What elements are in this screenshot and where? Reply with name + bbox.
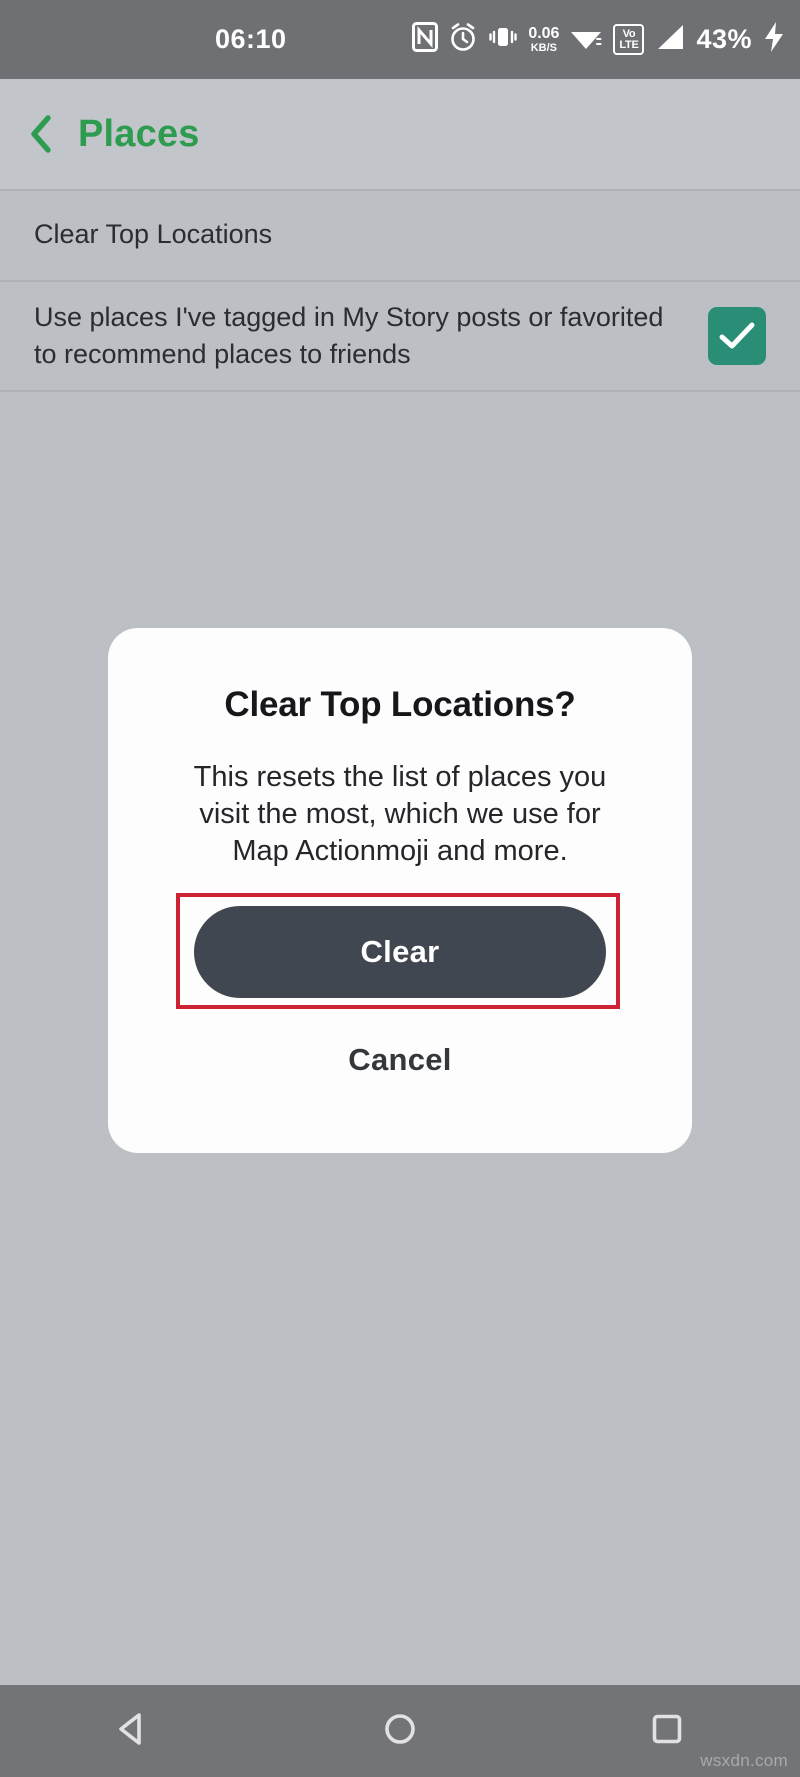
- nav-back-button[interactable]: [73, 1685, 193, 1777]
- app-header: Places: [0, 79, 800, 189]
- cellular-signal-icon: [654, 22, 686, 57]
- clear-button-container: Clear: [194, 906, 606, 999]
- wifi-icon: [569, 22, 603, 57]
- nfc-icon: [412, 22, 439, 57]
- cancel-button[interactable]: Cancel: [348, 1042, 451, 1078]
- back-triangle-icon: [114, 1710, 152, 1753]
- data-rate-icon: 0.06 KB/S: [528, 24, 560, 54]
- dialog-title: Clear Top Locations?: [224, 685, 576, 724]
- home-circle-icon: [381, 1710, 419, 1753]
- nav-home-button[interactable]: [340, 1685, 460, 1777]
- volte-icon: Vo LTE: [613, 24, 645, 55]
- volte-top-label: Vo: [622, 27, 636, 40]
- battery-percent-label: 43%: [696, 24, 752, 54]
- vibrate-icon: [488, 22, 518, 57]
- status-bar-icons: 0.06 KB/S Vo LTE 43%: [412, 0, 786, 79]
- volte-bottom-label: LTE: [619, 38, 639, 51]
- recents-square-icon: [648, 1710, 686, 1753]
- dialog-body-text: This resets the list of places you visit…: [193, 761, 607, 868]
- back-chevron-icon[interactable]: [26, 114, 56, 154]
- data-rate-value: 0.06: [528, 24, 560, 42]
- status-bar-clock: 06:10: [215, 24, 287, 54]
- settings-row-label: Use places I've tagged in My Story posts…: [34, 301, 664, 369]
- phone-screen: 06:10 0.06 KB/S Vo LTE 43% Places Clear …: [0, 0, 800, 1777]
- data-rate-unit: KB/S: [530, 41, 558, 54]
- site-watermark: wsxdn.com: [700, 1751, 788, 1770]
- status-bar: 06:10 0.06 KB/S Vo LTE 43%: [0, 0, 800, 79]
- page-title: Places: [78, 112, 200, 155]
- clear-button[interactable]: Clear: [194, 906, 606, 999]
- settings-row-clear-top-locations[interactable]: Clear Top Locations: [0, 190, 800, 280]
- settings-row-label: Clear Top Locations: [34, 219, 273, 250]
- checkbox-use-tagged-places[interactable]: [708, 307, 766, 365]
- android-navigation-bar: [0, 1685, 800, 1777]
- battery-charging-icon: [762, 21, 786, 58]
- clear-top-locations-dialog: Clear Top Locations? This resets the lis…: [108, 628, 692, 1153]
- settings-row-use-tagged-places[interactable]: Use places I've tagged in My Story posts…: [0, 282, 800, 390]
- divider-bottom: [0, 390, 800, 392]
- alarm-icon: [448, 22, 478, 57]
